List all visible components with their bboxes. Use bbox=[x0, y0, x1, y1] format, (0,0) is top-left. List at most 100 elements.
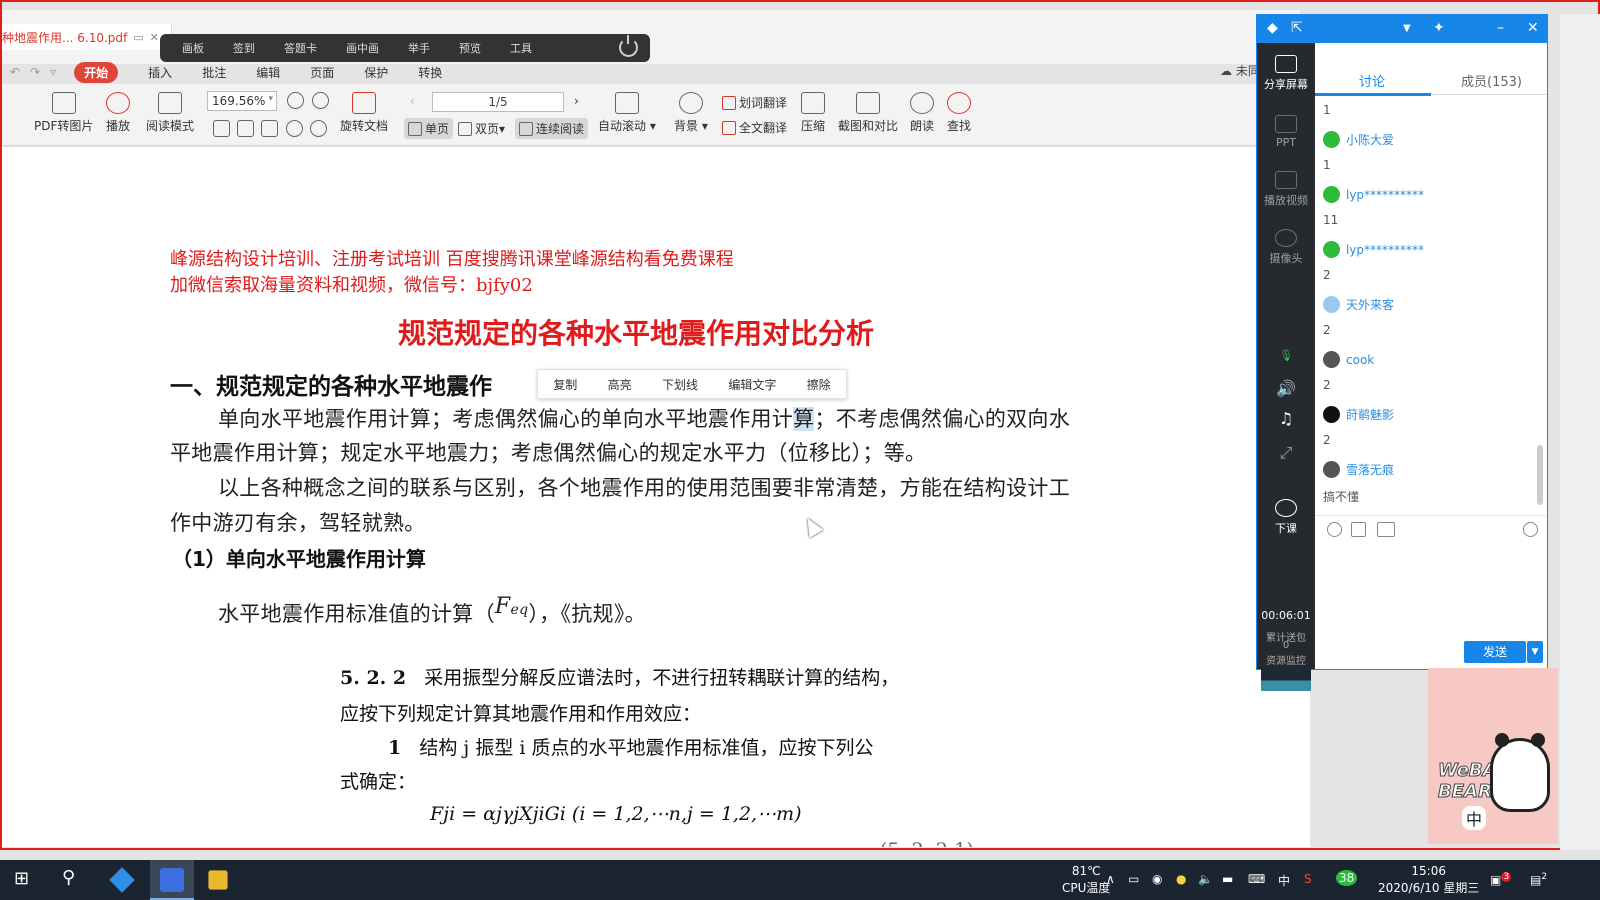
fullscreen-button[interactable]: ⤢ bbox=[1257, 443, 1315, 463]
notes-app-icon[interactable] bbox=[208, 870, 228, 890]
highlight-button[interactable]: 高亮 bbox=[608, 376, 632, 393]
chat-message-user[interactable]: lyp********** bbox=[1323, 186, 1424, 203]
power-icon[interactable] bbox=[619, 35, 638, 57]
ppt-button[interactable]: PPT bbox=[1257, 115, 1315, 149]
end-class-button[interactable]: 下课 bbox=[1257, 499, 1315, 536]
page-number-input[interactable]: 1/5 bbox=[432, 92, 564, 112]
find-button[interactable]: 查找 bbox=[947, 92, 971, 134]
action-center-icon[interactable]: ▤2 bbox=[1530, 872, 1547, 887]
float-bar-item-raise-hand[interactable]: 举手 bbox=[408, 40, 430, 56]
emoji-icon[interactable] bbox=[1327, 522, 1342, 537]
menu-page[interactable]: 页面 bbox=[310, 64, 334, 81]
minimize-icon[interactable]: – bbox=[1497, 20, 1504, 36]
share-screen-button[interactable]: 分享屏幕 bbox=[1257, 55, 1315, 92]
mic-button[interactable]: 🎙 bbox=[1257, 349, 1315, 362]
auto-scroll-button[interactable]: 自动滚动 ▾ bbox=[598, 92, 656, 134]
compress-button[interactable]: 压缩 bbox=[801, 92, 825, 134]
float-bar-item-preview[interactable]: 预览 bbox=[459, 40, 481, 56]
float-bar-item-pip[interactable]: 画中画 bbox=[346, 40, 379, 56]
menu-annotate[interactable]: 批注 bbox=[202, 64, 226, 81]
read-aloud-button[interactable]: 朗读 bbox=[910, 92, 934, 134]
document-tab[interactable]: 种地震作用... 6.10.pdf ▭ ✕ bbox=[0, 24, 172, 50]
rotate-left-icon[interactable] bbox=[286, 120, 303, 137]
fit-width-icon[interactable] bbox=[237, 120, 254, 137]
music-button[interactable]: ♫ bbox=[1257, 409, 1315, 428]
close-tab-icon[interactable]: ✕ bbox=[150, 31, 159, 44]
pdf-reader-app-icon[interactable] bbox=[160, 868, 184, 892]
battery-icon[interactable]: ▬ bbox=[1222, 872, 1233, 886]
rotate-document-button[interactable]: 旋转文档 bbox=[340, 92, 388, 134]
tencent-classroom-icon[interactable] bbox=[109, 867, 135, 893]
rotate-right-icon[interactable] bbox=[310, 120, 327, 137]
play-button[interactable]: 播放 bbox=[106, 92, 130, 134]
sogou-icon[interactable]: S bbox=[1304, 872, 1312, 886]
zoom-out-icon[interactable] bbox=[287, 92, 304, 109]
send-options-dropdown[interactable]: ▼ bbox=[1527, 641, 1543, 663]
chat-message-user[interactable]: cook bbox=[1323, 351, 1374, 368]
dropdown-icon[interactable]: ▼ bbox=[1403, 23, 1411, 34]
prev-page-icon[interactable]: ‹ bbox=[410, 94, 415, 108]
close-icon[interactable]: ✕ bbox=[1527, 20, 1539, 36]
send-button[interactable]: 发送 bbox=[1464, 641, 1526, 663]
settings-gear-icon[interactable] bbox=[1523, 522, 1538, 537]
float-bar-item-answer-card[interactable]: 答题卡 bbox=[284, 40, 317, 56]
edit-text-button[interactable]: 编辑文字 bbox=[728, 376, 776, 393]
volume-button[interactable]: 🔊 bbox=[1257, 379, 1315, 398]
erase-button[interactable]: 擦除 bbox=[807, 376, 831, 393]
screenshot-compare-button[interactable]: 截图和对比 bbox=[838, 92, 898, 134]
read-mode-button[interactable]: 阅读模式 bbox=[146, 92, 194, 134]
scissors-icon[interactable] bbox=[1351, 522, 1366, 537]
menu-insert[interactable]: 插入 bbox=[148, 64, 172, 81]
ime-indicator[interactable]: 中 bbox=[1278, 872, 1290, 889]
search-icon[interactable]: ⚲ bbox=[62, 867, 75, 888]
play-video-button[interactable]: 播放视频 bbox=[1257, 171, 1315, 208]
chat-message-list[interactable]: 1 小陈大爱 1 lyp********** 11 lyp********** … bbox=[1323, 101, 1537, 513]
continuous-read-button[interactable]: 连续阅读 bbox=[515, 118, 589, 139]
system-clock[interactable]: 15:06 2020/6/10 星期三 bbox=[1378, 863, 1479, 897]
single-page-button[interactable]: 单页 bbox=[404, 118, 454, 139]
copy-button[interactable]: 复制 bbox=[553, 376, 577, 393]
menu-protect[interactable]: 保护 bbox=[364, 64, 388, 81]
next-page-icon[interactable]: › bbox=[574, 94, 579, 108]
float-bar-item-whiteboard[interactable]: 画板 bbox=[182, 40, 204, 56]
full-translate-button[interactable]: 全文翻译 bbox=[722, 119, 787, 136]
network-icon[interactable]: ▭ bbox=[1128, 872, 1139, 886]
background-button[interactable]: 背景 ▾ bbox=[674, 92, 708, 134]
ime-floating-badge[interactable]: 中 bbox=[1462, 806, 1487, 830]
monitor-icon[interactable]: ▭ bbox=[133, 31, 143, 44]
redo-icon[interactable]: ↷ bbox=[30, 65, 40, 79]
chat-message-user[interactable]: 雪落无痕 bbox=[1323, 461, 1394, 478]
zoom-in-icon[interactable] bbox=[312, 92, 329, 109]
chat-message-user[interactable]: 小陈大爱 bbox=[1323, 131, 1394, 148]
actual-size-icon[interactable] bbox=[261, 120, 278, 137]
fit-page-icon[interactable] bbox=[213, 120, 230, 137]
chat-scrollbar[interactable] bbox=[1537, 445, 1543, 505]
pin-icon[interactable]: ✦ bbox=[1433, 20, 1445, 36]
notification-app-icon[interactable]: ▣ 3 bbox=[1490, 872, 1512, 887]
pdf-to-image-button[interactable]: PDF转图片 bbox=[34, 92, 93, 134]
undo-icon[interactable]: ↶ bbox=[10, 65, 20, 79]
camera-button[interactable]: 摄像头 bbox=[1257, 229, 1315, 266]
menu-edit[interactable]: 编辑 bbox=[256, 64, 280, 81]
menu-convert[interactable]: 转换 bbox=[418, 64, 442, 81]
chat-message-user[interactable]: 莳鹡魅影 bbox=[1323, 406, 1394, 423]
tray-expand-icon[interactable]: ∧ bbox=[1106, 872, 1115, 886]
right-scrollbar[interactable] bbox=[1560, 14, 1600, 850]
chat-message-user[interactable]: lyp********** bbox=[1323, 241, 1424, 258]
volume-icon[interactable]: 🔈 bbox=[1198, 872, 1213, 886]
tray-app-icon[interactable]: ● bbox=[1176, 872, 1186, 886]
float-bar-item-tools[interactable]: 工具 bbox=[510, 40, 532, 56]
share-out-icon[interactable]: ⇱ bbox=[1291, 20, 1303, 36]
cpu-temperature[interactable]: 81℃ CPU温度 bbox=[1062, 863, 1110, 897]
dropdown-icon[interactable]: ▿ bbox=[50, 65, 56, 79]
image-icon[interactable] bbox=[1377, 522, 1395, 537]
word-translate-button[interactable]: 划词翻译 bbox=[722, 94, 787, 111]
tab-discussion[interactable]: 讨论 bbox=[1359, 71, 1385, 90]
chat-message-user[interactable]: 天外来客 bbox=[1323, 296, 1394, 313]
menu-start[interactable]: 开始 bbox=[74, 61, 119, 83]
float-bar-item-signin[interactable]: 签到 bbox=[233, 40, 255, 56]
underline-button[interactable]: 下划线 bbox=[662, 376, 698, 393]
double-page-button[interactable]: 双页 ▾ bbox=[458, 120, 505, 137]
keyboard-icon[interactable]: ⌨ bbox=[1248, 872, 1265, 886]
paragraph-1-line-1[interactable]: 单向水平地震作用计算；考虑偶然偏心的单向水平地震作用计算；不考虑偶然偏心的双向水 bbox=[218, 403, 1070, 433]
